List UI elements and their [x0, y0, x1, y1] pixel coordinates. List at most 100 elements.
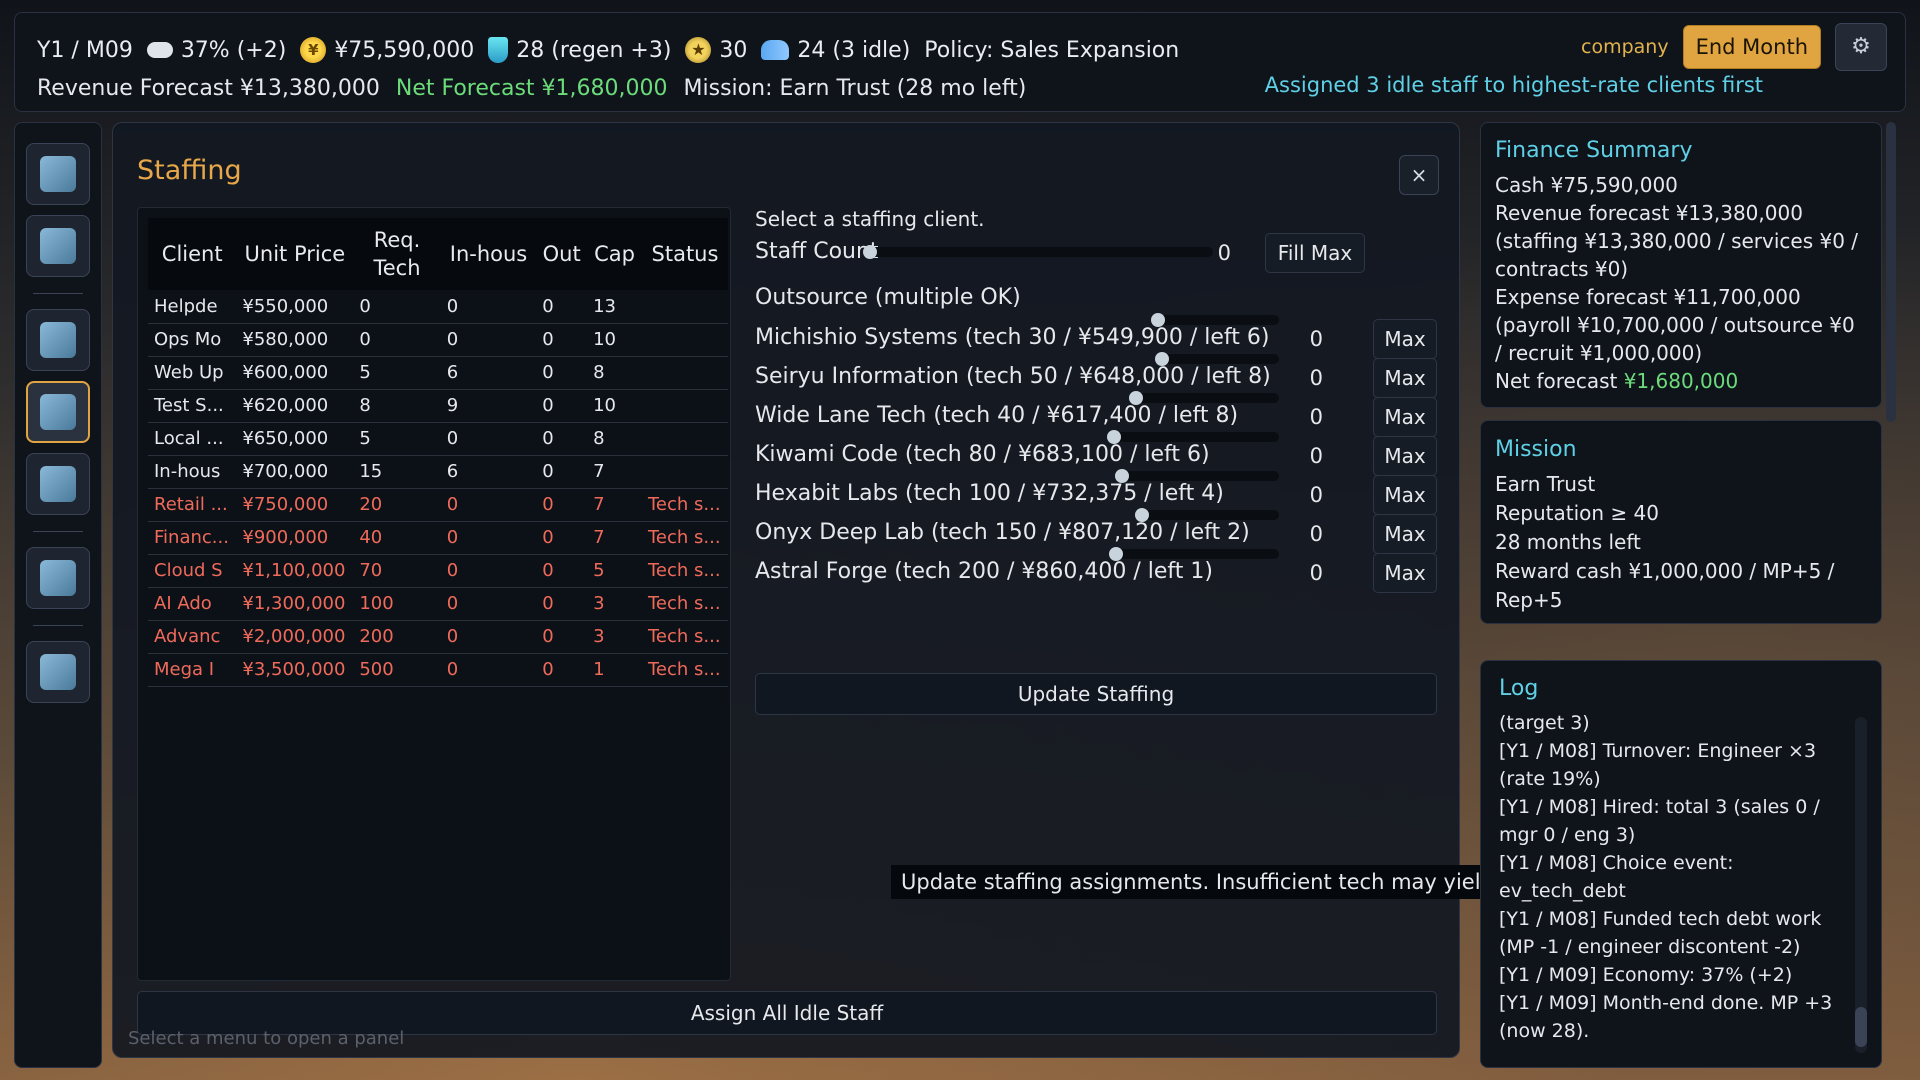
shield-icon: [488, 37, 509, 63]
select-hint: Select a staffing client.: [755, 207, 985, 231]
page-scrollbar[interactable]: [1886, 122, 1896, 422]
req-tech: 5: [353, 422, 441, 456]
outsource-slider[interactable]: [1107, 430, 1279, 444]
menu-growth-button[interactable]: [26, 215, 90, 277]
inhouse-count: 0: [440, 620, 537, 654]
status-text: Tech s...: [641, 488, 728, 522]
unit-price: ¥580,000: [236, 323, 354, 357]
slider-thumb[interactable]: [1115, 469, 1129, 483]
status-message: Assigned 3 idle staff to highest-rate cl…: [1264, 73, 1763, 97]
cap-count: 8: [587, 422, 642, 456]
outsource-label: Wide Lane Tech (tech 40 / ¥617,400 / lef…: [755, 403, 1239, 428]
client-table-container: Client Unit Price Req. Tech In-hous Out …: [137, 207, 731, 981]
client-name: Local ...: [148, 422, 237, 456]
net-forecast: Net Forecast ¥1,680,000: [395, 75, 668, 101]
outsource-max-button[interactable]: Max: [1373, 514, 1437, 554]
economy-text: 37% (+2): [180, 37, 287, 63]
status-text: [641, 389, 728, 423]
inhouse-count: 0: [440, 521, 537, 555]
slider-thumb[interactable]: [1135, 508, 1149, 522]
settings-button[interactable]: ⚙: [1835, 23, 1887, 71]
coin-icon: ¥: [300, 37, 327, 63]
slider-thumb[interactable]: [1129, 391, 1143, 405]
client-row[interactable]: Advanc ¥2,000,000 200 0 0 3 Tech s...: [148, 620, 728, 654]
slider-thumb[interactable]: [1155, 352, 1169, 366]
menu-deals-button[interactable]: [26, 547, 90, 609]
line-chart-icon: [40, 228, 76, 264]
client-row[interactable]: Ops Mo ¥580,000 0 0 0 10: [148, 323, 728, 357]
client-row[interactable]: Local ... ¥650,000 5 0 0 8: [148, 422, 728, 456]
menu-tasks-button[interactable]: [26, 309, 90, 371]
cap-count: 10: [587, 323, 642, 357]
outsource-slider[interactable]: [1151, 313, 1279, 327]
menu-market-button[interactable]: [26, 143, 90, 205]
panel-title: Staffing: [137, 155, 242, 186]
client-row[interactable]: AI Ado ¥1,300,000 100 0 0 3 Tech s...: [148, 587, 728, 621]
table-header-row: Client Unit Price Req. Tech In-hous Out …: [148, 218, 728, 290]
menu-tools-button[interactable]: [26, 641, 90, 703]
slider-thumb[interactable]: [1109, 547, 1123, 561]
mission-name: Earn Trust: [1495, 472, 1596, 496]
log-scroll-thumb[interactable]: [1855, 1007, 1867, 1047]
log-entry: [Y1 / M09] Month-end done. MP +3 (now 28…: [1499, 992, 1833, 1042]
outsource-max-button[interactable]: Max: [1373, 436, 1437, 476]
outsource-label: Michishio Systems (tech 30 / ¥549,900 / …: [755, 325, 1270, 350]
fill-max-button[interactable]: Fill Max: [1265, 233, 1365, 273]
out-count: 0: [536, 389, 588, 423]
req-tech: 15: [353, 455, 441, 489]
mission-time: 28 months left: [1495, 530, 1641, 554]
client-row[interactable]: Mega I ¥3,500,000 500 0 0 1 Tech s...: [148, 653, 728, 687]
unit-price: ¥1,100,000: [236, 554, 354, 588]
req-tech: 20: [353, 488, 441, 522]
slider-thumb[interactable]: [863, 245, 877, 259]
outsource-slider[interactable]: [1115, 469, 1279, 483]
mission-requirement: Reputation ≥ 40: [1495, 501, 1660, 525]
outsource-slider[interactable]: [1129, 391, 1279, 405]
menu-staffing-button[interactable]: [26, 381, 90, 443]
req-tech: 40: [353, 521, 441, 555]
close-button[interactable]: ×: [1399, 155, 1439, 195]
revenue-forecast: Revenue Forecast ¥13,380,000: [37, 75, 380, 101]
inhouse-count: 0: [440, 488, 537, 522]
update-staffing-button[interactable]: Update Staffing: [755, 673, 1437, 715]
outsource-slider[interactable]: [1109, 547, 1279, 561]
log-scrollbar[interactable]: [1855, 717, 1867, 1053]
status-text: [641, 323, 728, 357]
outsource-max-button[interactable]: Max: [1373, 319, 1437, 359]
unit-price: ¥2,000,000: [236, 620, 354, 654]
client-row[interactable]: Financ... ¥900,000 40 0 0 7 Tech s...: [148, 521, 728, 555]
out-count: 0: [536, 356, 588, 390]
outsource-slider[interactable]: [1155, 352, 1279, 366]
menu-facility-button[interactable]: [26, 453, 90, 515]
slider-thumb[interactable]: [1107, 430, 1121, 444]
client-row[interactable]: Web Up ¥600,000 5 6 0 8: [148, 356, 728, 390]
client-name: Cloud S: [148, 554, 237, 588]
cash-text: ¥75,590,000: [334, 37, 475, 63]
handshake-icon: [40, 560, 76, 596]
clipboard-icon: [40, 322, 76, 358]
inhouse-count: 0: [440, 554, 537, 588]
client-row[interactable]: Helpde ¥550,000 0 0 0 13: [148, 290, 728, 324]
slider-thumb[interactable]: [1151, 313, 1165, 327]
col-status: Status: [641, 218, 728, 290]
outsource-max-button[interactable]: Max: [1373, 397, 1437, 437]
outsource-max-button[interactable]: Max: [1373, 358, 1437, 398]
staff-count-slider[interactable]: [863, 245, 1213, 259]
end-month-button[interactable]: End Month: [1682, 25, 1821, 69]
client-row[interactable]: Test S... ¥620,000 8 9 0 10: [148, 389, 728, 423]
status-text: Tech s...: [641, 587, 728, 621]
col-out: Out: [536, 218, 588, 290]
cap-count: 5: [587, 554, 642, 588]
outsource-count: 0: [1309, 327, 1323, 351]
client-name: Ops Mo: [148, 323, 237, 357]
outsource-max-button[interactable]: Max: [1373, 475, 1437, 515]
outsource-slider[interactable]: [1135, 508, 1279, 522]
finance-title: Finance Summary: [1495, 138, 1693, 163]
outsource-max-button[interactable]: Max: [1373, 553, 1437, 593]
client-row[interactable]: In-hous ¥700,000 15 6 0 7: [148, 455, 728, 489]
client-row[interactable]: Retail ... ¥750,000 20 0 0 7 Tech s...: [148, 488, 728, 522]
cap-count: 10: [587, 389, 642, 423]
client-row[interactable]: Cloud S ¥1,100,000 70 0 0 5 Tech s...: [148, 554, 728, 588]
staff-stat: 24 (3 idle): [761, 38, 910, 63]
log-list: (target 3) [Y1 / M08] Turnover: Engineer …: [1499, 709, 1841, 1045]
